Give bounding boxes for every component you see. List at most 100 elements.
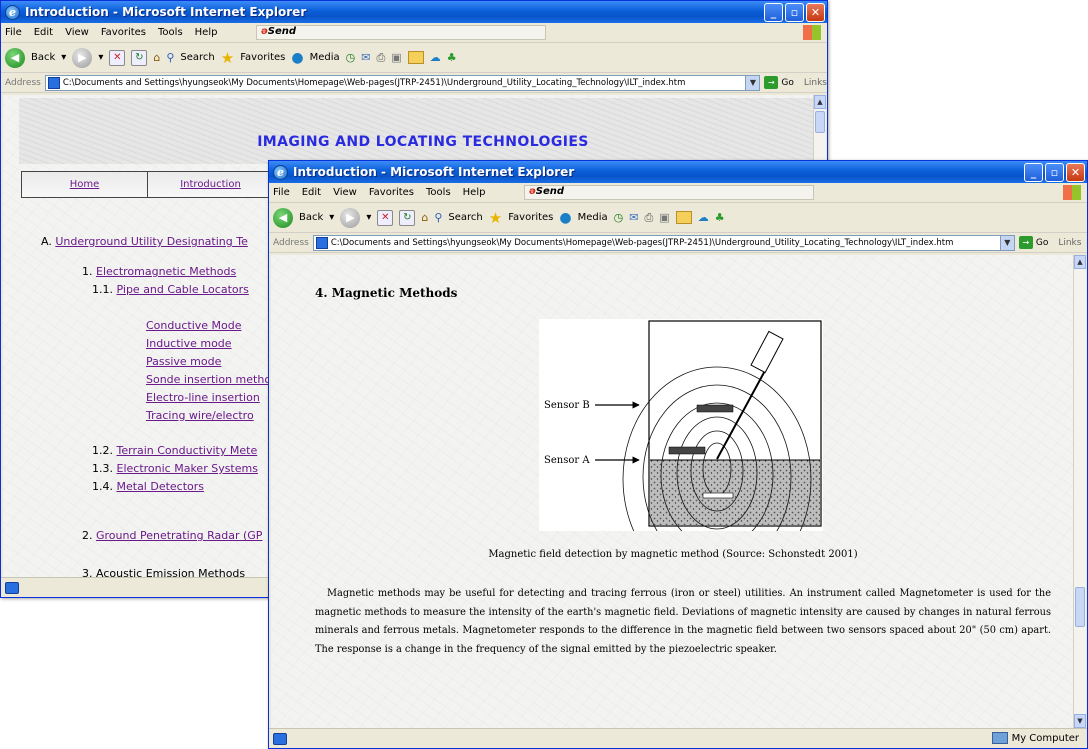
- media-button-label[interactable]: Media: [310, 52, 340, 63]
- refresh-icon[interactable]: ↻: [131, 49, 148, 66]
- address-input[interactable]: C:\Documents and Settings\hyungseok\My D…: [312, 234, 1015, 251]
- front-title-bar[interactable]: e Introduction - Microsoft Internet Expl…: [269, 161, 1087, 183]
- people-icon[interactable]: ♣: [447, 51, 457, 64]
- print-icon[interactable]: ⎙: [644, 211, 653, 225]
- chevron-down-icon[interactable]: ▼: [745, 75, 760, 90]
- toc-link-metal-detectors[interactable]: Metal Detectors: [117, 480, 205, 493]
- back-button-label[interactable]: Back: [31, 52, 55, 63]
- toc-link-gpr[interactable]: Ground Penetrating Radar (GP: [96, 529, 262, 542]
- go-button[interactable]: → Go: [1018, 236, 1048, 249]
- close-button[interactable]: ✕: [1066, 162, 1085, 182]
- nav-introduction-link[interactable]: Introduction: [148, 172, 274, 197]
- front-vertical-scrollbar[interactable]: ▲ ▼: [1073, 255, 1086, 728]
- back-title-bar[interactable]: e Introduction - Microsoft Internet Expl…: [1, 1, 827, 23]
- menu-help[interactable]: Help: [195, 27, 218, 38]
- menu-edit[interactable]: Edit: [34, 27, 53, 38]
- messenger-icon[interactable]: ☁: [698, 211, 709, 224]
- chevron-down-icon[interactable]: ▾: [329, 212, 334, 223]
- toc-link-terrain-conductivity[interactable]: Terrain Conductivity Mete: [117, 444, 258, 457]
- toc-link-electronic-maker[interactable]: Electronic Maker Systems: [117, 462, 258, 475]
- menu-favorites[interactable]: Favorites: [369, 187, 414, 198]
- toc-section-a-prefix: A.: [41, 235, 52, 248]
- ie-logo-icon: e: [5, 4, 20, 20]
- links-button[interactable]: Links: [1058, 238, 1081, 248]
- chevron-down-icon[interactable]: ▾: [98, 52, 103, 63]
- maximize-button[interactable]: ▫: [1045, 162, 1064, 182]
- search-button-label[interactable]: Search: [180, 52, 214, 63]
- menu-tools[interactable]: Tools: [158, 27, 183, 38]
- toc-link-tracing-wire[interactable]: Tracing wire/electro: [146, 409, 254, 422]
- links-button[interactable]: Links: [804, 78, 827, 88]
- maximize-button[interactable]: ▫: [785, 2, 804, 22]
- toc-link-electro-line-insertion[interactable]: Electro-line insertion: [146, 391, 260, 404]
- go-button[interactable]: → Go: [764, 76, 794, 89]
- toc-link-passive-mode[interactable]: Passive mode: [146, 355, 221, 368]
- chevron-down-icon[interactable]: ▾: [366, 212, 371, 223]
- media-icon[interactable]: ●: [291, 50, 303, 66]
- windows-flag-icon: [1063, 185, 1081, 200]
- address-input[interactable]: C:\Documents and Settings\hyungseok\My D…: [44, 74, 761, 91]
- send-toolbar[interactable]: əSend: [524, 185, 814, 200]
- chevron-down-icon[interactable]: ▼: [999, 235, 1014, 250]
- toc-link-sonde-insertion[interactable]: Sonde insertion metho: [146, 373, 271, 386]
- favorites-star-icon[interactable]: ★: [489, 209, 502, 227]
- home-icon[interactable]: ⌂: [421, 211, 428, 224]
- favorites-star-icon[interactable]: ★: [221, 49, 234, 67]
- search-icon[interactable]: ⚲: [434, 211, 442, 224]
- media-icon[interactable]: ●: [559, 210, 571, 226]
- edit-icon[interactable]: ▣: [659, 211, 669, 224]
- menu-view[interactable]: View: [333, 187, 357, 198]
- folder-icon[interactable]: [675, 211, 692, 224]
- folder-icon[interactable]: [407, 51, 424, 64]
- history-icon[interactable]: ◷: [614, 211, 624, 224]
- back-arrow-icon[interactable]: ◀: [5, 47, 25, 68]
- history-icon[interactable]: ◷: [346, 51, 356, 64]
- menu-file[interactable]: File: [273, 187, 290, 198]
- toc-mode-link: Tracing wire/electro: [146, 409, 254, 422]
- menu-help[interactable]: Help: [463, 187, 486, 198]
- search-button-label[interactable]: Search: [448, 212, 482, 223]
- toc-link-pipe-cable-locators[interactable]: Pipe and Cable Locators: [117, 283, 249, 296]
- nav-home-link[interactable]: Home: [22, 172, 148, 197]
- refresh-icon[interactable]: ↻: [399, 209, 416, 226]
- toc-item-3-label[interactable]: 3. Acoustic Emission Methods: [82, 567, 245, 577]
- toc-link-inductive-mode[interactable]: Inductive mode: [146, 337, 232, 350]
- mail-icon[interactable]: ✉: [361, 51, 370, 64]
- minimize-button[interactable]: _: [764, 2, 783, 22]
- close-button[interactable]: ✕: [806, 2, 825, 22]
- back-button-label[interactable]: Back: [299, 212, 323, 223]
- send-toolbar[interactable]: əSend: [256, 25, 546, 40]
- stop-icon[interactable]: ✕: [109, 49, 126, 66]
- people-icon[interactable]: ♣: [715, 211, 725, 224]
- toc-number: 1.4.: [92, 480, 113, 493]
- favorites-button-label[interactable]: Favorites: [240, 52, 285, 63]
- scroll-thumb[interactable]: [815, 111, 825, 133]
- scroll-up-icon[interactable]: ▲: [814, 95, 826, 109]
- menu-edit[interactable]: Edit: [302, 187, 321, 198]
- menu-tools[interactable]: Tools: [426, 187, 451, 198]
- stop-icon[interactable]: ✕: [377, 209, 394, 226]
- toc-number: 1.3.: [92, 462, 113, 475]
- media-button-label[interactable]: Media: [578, 212, 608, 223]
- toc-link-conductive-mode[interactable]: Conductive Mode: [146, 319, 242, 332]
- back-arrow-icon[interactable]: ◀: [273, 207, 293, 228]
- menu-file[interactable]: File: [5, 27, 22, 38]
- home-icon[interactable]: ⌂: [153, 51, 160, 64]
- menu-view[interactable]: View: [65, 27, 89, 38]
- scroll-up-icon[interactable]: ▲: [1074, 255, 1086, 269]
- forward-arrow-icon[interactable]: ▶: [72, 47, 93, 68]
- toc-link-underground-utility[interactable]: Underground Utility Designating Te: [55, 235, 248, 248]
- search-icon[interactable]: ⚲: [166, 51, 174, 64]
- menu-favorites[interactable]: Favorites: [101, 27, 146, 38]
- forward-arrow-icon[interactable]: ▶: [340, 207, 361, 228]
- scroll-down-icon[interactable]: ▼: [1074, 714, 1086, 728]
- chevron-down-icon[interactable]: ▾: [61, 52, 66, 63]
- messenger-icon[interactable]: ☁: [430, 51, 441, 64]
- favorites-button-label[interactable]: Favorites: [508, 212, 553, 223]
- scroll-thumb[interactable]: [1075, 587, 1085, 627]
- minimize-button[interactable]: _: [1024, 162, 1043, 182]
- print-icon[interactable]: ⎙: [376, 51, 385, 65]
- toc-link-electromagnetic[interactable]: Electromagnetic Methods: [96, 265, 236, 278]
- mail-icon[interactable]: ✉: [629, 211, 638, 224]
- edit-icon[interactable]: ▣: [391, 51, 401, 64]
